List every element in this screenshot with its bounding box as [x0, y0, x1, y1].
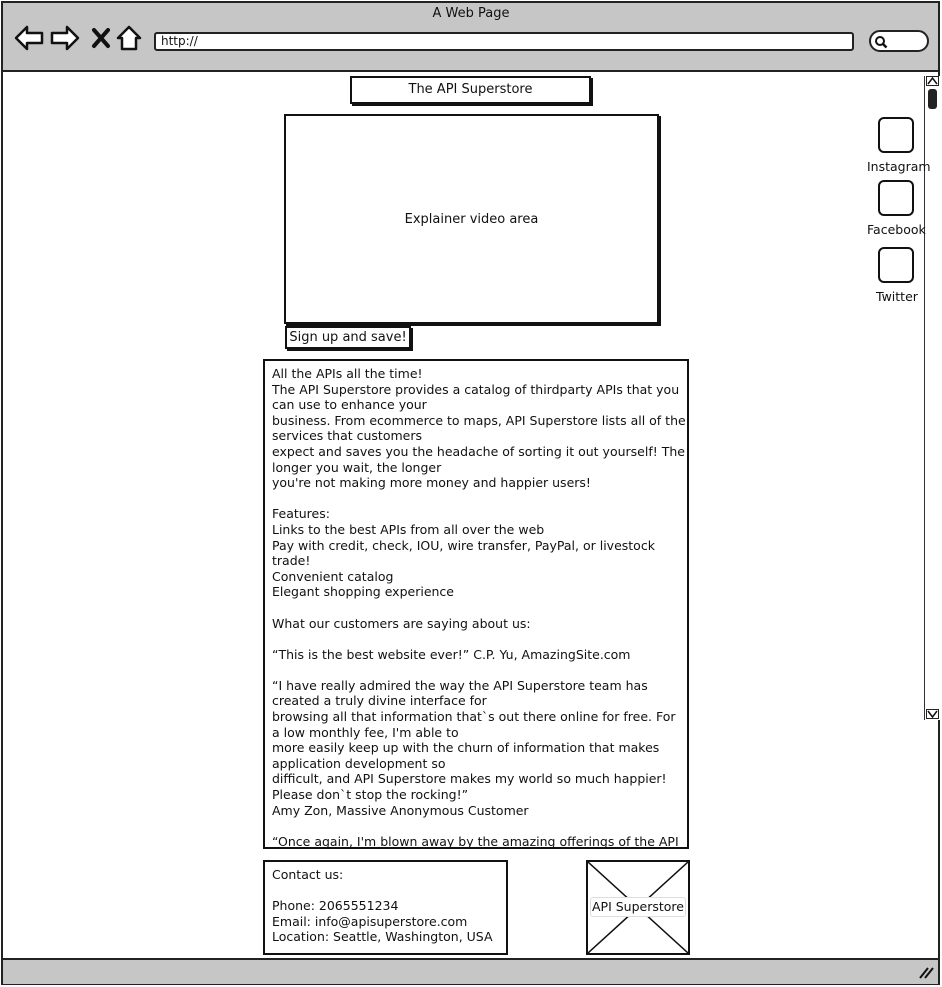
signup-button[interactable]: Sign up and save!	[285, 326, 411, 349]
intro-text-area: All the APIs all the time! The API Super…	[263, 359, 689, 849]
close-x-icon[interactable]	[86, 23, 116, 53]
contact-info: Contact us: Phone: 2065551234 Email: inf…	[263, 860, 508, 955]
site-title: The API Superstore	[350, 76, 591, 104]
home-icon[interactable]	[114, 23, 144, 53]
back-arrow-icon[interactable]	[14, 23, 44, 53]
explainer-video-area[interactable]: Explainer video area	[284, 114, 659, 324]
video-label: Explainer video area	[404, 211, 539, 227]
social-label: Instagram	[867, 159, 931, 174]
url-bar[interactable]: http://	[154, 32, 854, 51]
instagram-icon[interactable]	[878, 117, 914, 153]
scroll-thumb[interactable]	[928, 89, 937, 109]
search-icon	[875, 36, 888, 49]
scroll-up-button[interactable]	[926, 76, 939, 86]
social-label: Twitter	[876, 289, 918, 304]
image-label: API Superstore	[590, 897, 686, 917]
resize-grip-icon[interactable]	[918, 965, 934, 979]
browser-search-box[interactable]	[869, 30, 929, 52]
facebook-icon[interactable]	[878, 180, 914, 216]
twitter-icon[interactable]	[878, 247, 914, 283]
scroll-down-button[interactable]	[926, 709, 939, 719]
window-title: A Web Page	[432, 6, 510, 21]
status-bar	[3, 958, 938, 984]
forward-arrow-icon[interactable]	[50, 23, 80, 53]
social-label: Facebook	[867, 222, 926, 237]
